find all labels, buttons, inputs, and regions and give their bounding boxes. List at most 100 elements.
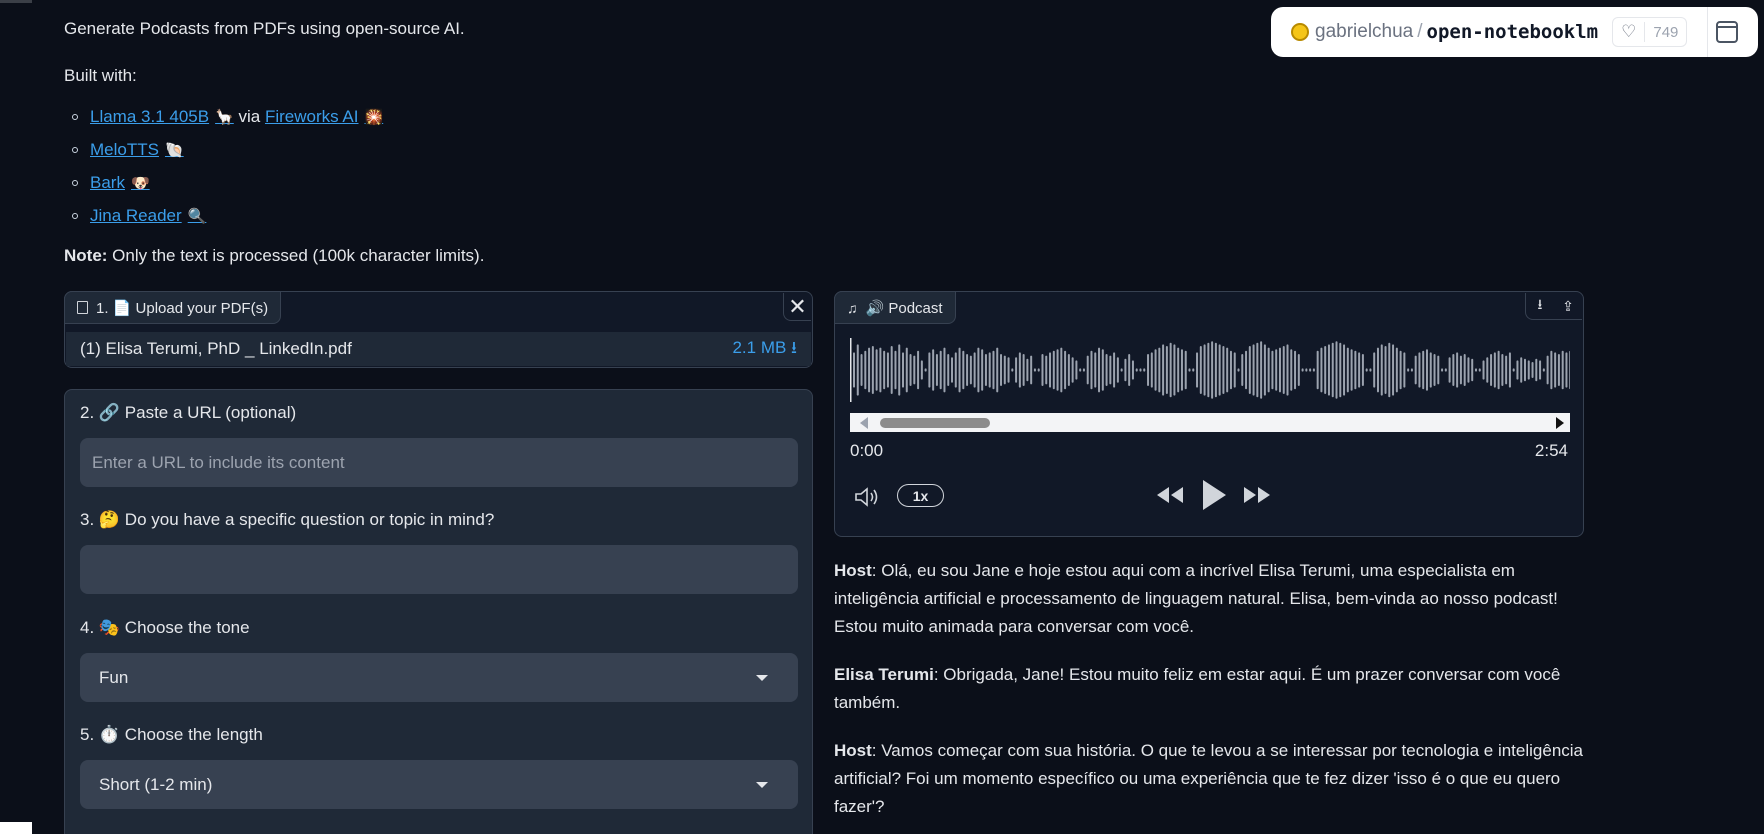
link-label: Llama 3.1 405B [90, 106, 210, 126]
built-with-label: Built with: [64, 66, 137, 85]
waveform-bar [1294, 350, 1297, 390]
podcast-audio-panel: ♫ 🔊 Podcast ⭳ ⇪ 0:00 2:54 1x [834, 291, 1584, 537]
waveform-bar [1471, 358, 1474, 382]
rewind-icon[interactable] [1155, 484, 1185, 506]
waveform-bar [924, 368, 927, 372]
waveform-bar [1162, 344, 1165, 396]
waveform-bar [1233, 352, 1236, 388]
scroll-left-icon[interactable] [860, 417, 868, 429]
line-text: : Olá, eu sou Jane e hoje estou aqui com… [834, 561, 1558, 636]
waveform-bar [1433, 354, 1436, 386]
waveform-bar [1075, 360, 1078, 380]
transcript-line: Host: Olá, eu sou Jane e hoje estou aqui… [834, 557, 1584, 641]
waveform-bar [1297, 354, 1300, 386]
list-item: Bark 🐶 [64, 166, 383, 199]
waveform-bar [1218, 344, 1221, 396]
waveform-bar [1463, 354, 1466, 386]
waveform-bar [1169, 342, 1172, 398]
waveform-bar [1395, 347, 1398, 393]
playhead[interactable] [850, 338, 852, 402]
waveform-bar [966, 354, 969, 386]
note-text: Only the text is processed (100k charact… [107, 246, 485, 265]
link-label: MeloTTS [90, 139, 159, 159]
fireworks-link[interactable]: Fireworks AI 🎇 [265, 107, 383, 127]
waveform-bar [1516, 360, 1519, 380]
waveform-bar [1060, 347, 1063, 393]
waveform-bar [1222, 346, 1225, 394]
fireworks-emoji: 🎇 [364, 108, 384, 126]
waveform-bar [1535, 358, 1538, 382]
waveform-bar [1361, 354, 1364, 386]
transcript: Host : Olá, eu sou Jane e hoje estou aqui… [834, 557, 1584, 839]
waveform-bar [1384, 346, 1387, 394]
scroll-right-icon[interactable] [1556, 417, 1564, 429]
waveform-bar [1026, 358, 1029, 382]
waveform-bar [1071, 357, 1074, 383]
waveform-bar [935, 354, 938, 386]
waveform-bar [1422, 350, 1425, 390]
waveform-bar [1248, 346, 1251, 394]
playback-speed-button[interactable]: 1x [897, 484, 944, 507]
bullet [72, 113, 78, 120]
podcast-tab-label: 🔊 Podcast [865, 299, 943, 317]
like-button[interactable]: ♡ 749 [1612, 17, 1688, 47]
waveform-bar [1090, 350, 1093, 390]
waveform-bar [996, 347, 999, 393]
waveform-scrollbar[interactable] [850, 413, 1570, 432]
badge-repo[interactable]: open-notebooklm [1427, 21, 1599, 43]
waveform-bar [1339, 342, 1342, 398]
badge-owner[interactable]: gabrielchua [1315, 21, 1413, 43]
waveform-bar [1030, 355, 1033, 385]
download-icon[interactable]: ⭳ [1526, 293, 1554, 319]
waveform-bar [1542, 368, 1545, 372]
waveform-bar [1301, 368, 1304, 372]
note: Note: Only the text is processed (100k c… [64, 246, 484, 266]
file-download-link[interactable]: 2.1 MB ⭳ [732, 335, 797, 364]
waveform-bar [1275, 349, 1278, 391]
line-text: : Vamos começar com sua história. O que … [834, 741, 1584, 816]
waveform-bar [1128, 354, 1131, 386]
jina-reader-link[interactable]: Jina Reader 🔍 [90, 206, 206, 226]
share-icon[interactable]: ⇪ [1554, 293, 1582, 319]
waveform-bar [909, 354, 912, 386]
waveform-bar [1245, 350, 1248, 390]
waveform-bar [1131, 360, 1134, 380]
waveform[interactable] [850, 338, 1570, 402]
waveform-bar [1045, 355, 1048, 385]
question-input[interactable] [80, 545, 798, 594]
melotts-link[interactable]: MeloTTS 🐚 [90, 140, 184, 160]
waveform-bar [1346, 347, 1349, 393]
waveform-bar [1101, 349, 1104, 391]
speaker-name: Host [834, 741, 872, 760]
waveform-bar [879, 347, 882, 393]
url-input[interactable]: Enter a URL to include its content [80, 438, 798, 487]
waveform-bar [1369, 368, 1372, 372]
waveform-bar [1429, 352, 1432, 388]
waveform-bar [1226, 347, 1229, 393]
waveform-bar [1173, 344, 1176, 396]
length-label: 5. ⏱️ Choose the length [80, 725, 263, 744]
waveform-bar [1124, 358, 1127, 382]
fast-forward-icon[interactable] [1242, 484, 1272, 506]
bark-link[interactable]: Bark 🐶 [90, 173, 150, 193]
volume-icon[interactable] [854, 486, 882, 508]
length-value: Short (1-2 min) [99, 774, 213, 794]
length-select[interactable]: Short (1-2 min) [80, 760, 798, 809]
play-icon[interactable] [1200, 478, 1228, 512]
waveform-bar [947, 354, 950, 386]
tone-select[interactable]: Fun [80, 653, 798, 702]
waveform-bar [905, 347, 908, 393]
waveform-bar [1343, 344, 1346, 396]
list-item: Llama 3.1 405B 🦙 via Fireworks AI 🎇 [64, 100, 383, 133]
waveform-bar [1350, 349, 1353, 391]
scroll-thumb[interactable] [880, 418, 990, 428]
waveform-bar [1290, 349, 1293, 391]
waveform-bar [1497, 350, 1500, 390]
waveform-bar [860, 354, 863, 386]
options-panel: 2. 🔗 Paste a URL (optional) Enter a URL … [64, 389, 813, 839]
line-text: : Obrigada, Jane! Estou muito feliz em e… [834, 665, 1561, 712]
calendar-icon[interactable] [1716, 21, 1738, 43]
waveform-bar [871, 346, 874, 394]
close-icon[interactable]: ✕ [783, 293, 811, 321]
llama-link[interactable]: Llama 3.1 405B 🦙 [90, 107, 234, 127]
